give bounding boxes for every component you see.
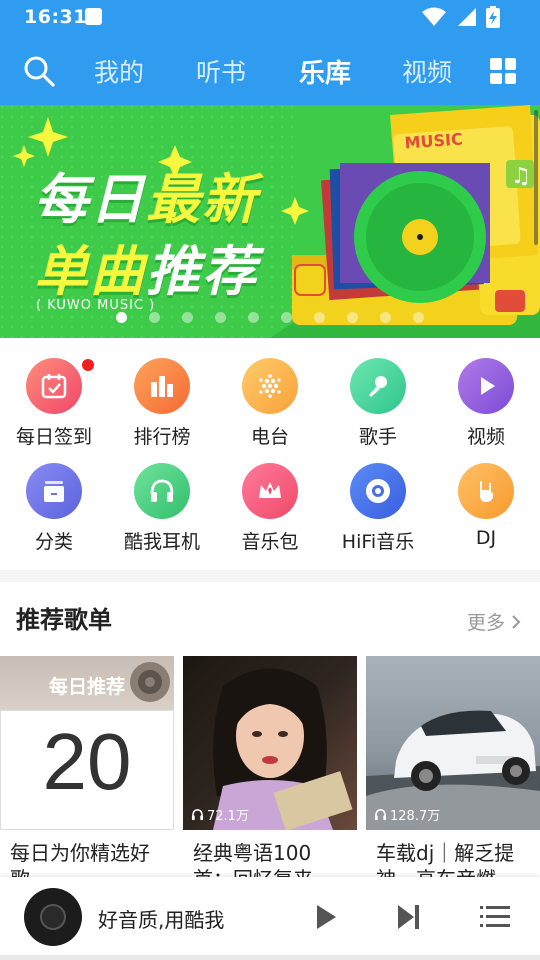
quick-singers[interactable]: 歌手 [324,358,432,449]
album-disc[interactable] [24,888,82,946]
quick-label: 歌手 [358,426,397,448]
more-link[interactable]: 更多 [467,608,521,635]
headphones-icon [134,463,190,519]
music-box-label: MUSIC [404,130,463,153]
crown-icon [242,463,298,519]
calendar-check-icon [26,358,94,414]
play-icon [458,358,514,414]
playlist-card-cantonese[interactable]: 72.1万 经典粤语100首：回忆复来 [183,656,357,886]
notification-app-icon [85,8,102,25]
status-time: 16:31 [24,6,87,28]
new-badge-dot [82,359,94,371]
banner-dot[interactable] [413,312,424,323]
banner-pagination[interactable] [116,312,424,323]
category-icon [26,463,82,519]
status-bar: 16:31 [0,0,540,36]
tab-audiobooks[interactable]: 听书 [196,53,246,89]
bottom-edge [0,955,540,960]
rock-hand-icon [458,463,514,519]
vinyl-icon [350,463,406,519]
tab-video[interactable]: 视频 [402,53,452,89]
quick-dj[interactable]: DJ [432,463,540,549]
tab-music-library[interactable]: 乐库 [299,53,351,90]
playlist-card-daily[interactable]: 每日推荐 20 每日为你精选好歌 [0,656,174,886]
microphone-icon [350,358,406,414]
quick-label: HiFi音乐 [341,531,415,553]
daily-date-number: 20 [42,717,132,806]
headphones-icon [374,809,387,821]
portrait-illustration [213,668,353,830]
more-label: 更多 [467,612,506,634]
play-button[interactable] [313,902,339,932]
quick-daily-checkin[interactable]: 每日签到 [0,358,108,449]
playlist-cover: 72.1万 [183,656,357,830]
banner-dot[interactable] [314,312,325,323]
radio-icon [242,358,298,414]
car-illustration [366,710,540,830]
quick-music-pack[interactable]: 音乐包 [216,463,324,554]
banner-dot[interactable] [116,312,127,323]
play-count: 128.7万 [374,805,440,824]
next-button[interactable] [396,902,422,932]
playlist-card-car-dj[interactable]: 128.7万 车载dj｜解乏提神，高车音燃 [366,656,540,886]
quick-label: 电台 [250,426,289,448]
banner-headline-1: 每日最新 [34,168,258,231]
playlist-menu-icon[interactable] [480,904,510,930]
signal-icon [458,8,476,26]
quick-entry-grid: 每日签到 排行榜 电台 歌手 视频 分类 酷我耳机 音乐包 HiFi音乐 DJ [0,338,540,570]
banner-subtitle: ( KUWO MUSIC ) [36,298,156,313]
play-count: 72.1万 [191,805,249,824]
quick-label: 音乐包 [241,531,299,553]
quick-categories[interactable]: 分类 [0,463,108,554]
headphones-icon [191,809,204,821]
quick-label: 视频 [466,426,505,448]
quick-video[interactable]: 视频 [432,358,540,449]
music-box-illustration: MUSIC ♫ [270,105,540,338]
now-playing-text: 好音质,用酷我 [98,908,225,932]
quick-hifi-music[interactable]: HiFi音乐 [324,463,432,554]
quick-label: 每日签到 [15,426,92,448]
banner-dot[interactable] [248,312,259,323]
quick-label: DJ [475,527,497,549]
promo-banner[interactable]: MUSIC ♫ 每日最新 单曲推荐 ( KUWO MUSIC ) [0,105,540,338]
banner-dot[interactable] [182,312,193,323]
bar-chart-icon [134,358,190,414]
daily-recommend-overlay: 每日推荐 [48,676,125,698]
tab-mine[interactable]: 我的 [94,53,144,89]
section-title: 推荐歌单 [16,606,112,634]
banner-dot[interactable] [149,312,160,323]
battery-charging-icon [486,6,500,28]
banner-headline-2: 单曲推荐 [34,240,258,303]
scrollbar [534,110,538,245]
grid-menu-icon[interactable] [490,58,516,84]
banner-dot[interactable] [215,312,226,323]
search-icon[interactable] [22,54,56,88]
top-nav-bar: 我的 听书 乐库 视频 [0,36,540,105]
mini-player[interactable]: 好音质,用酷我 [0,877,540,960]
chevron-right-icon [512,614,521,629]
wifi-icon [422,7,446,26]
quick-label: 酷我耳机 [123,531,200,553]
section-divider [0,570,540,582]
quick-label: 排行榜 [133,426,191,448]
playlist-cover: 每日推荐 20 [0,656,174,830]
banner-dot[interactable] [380,312,391,323]
quick-charts[interactable]: 排行榜 [108,358,216,449]
quick-label: 分类 [34,531,73,553]
quick-radio[interactable]: 电台 [216,358,324,449]
status-icons [422,6,500,28]
svg-text:♫: ♫ [511,164,531,189]
banner-dot[interactable] [347,312,358,323]
playlist-cover: 128.7万 [366,656,540,830]
banner-dot[interactable] [281,312,292,323]
quick-kuwo-headphones[interactable]: 酷我耳机 [108,463,216,554]
